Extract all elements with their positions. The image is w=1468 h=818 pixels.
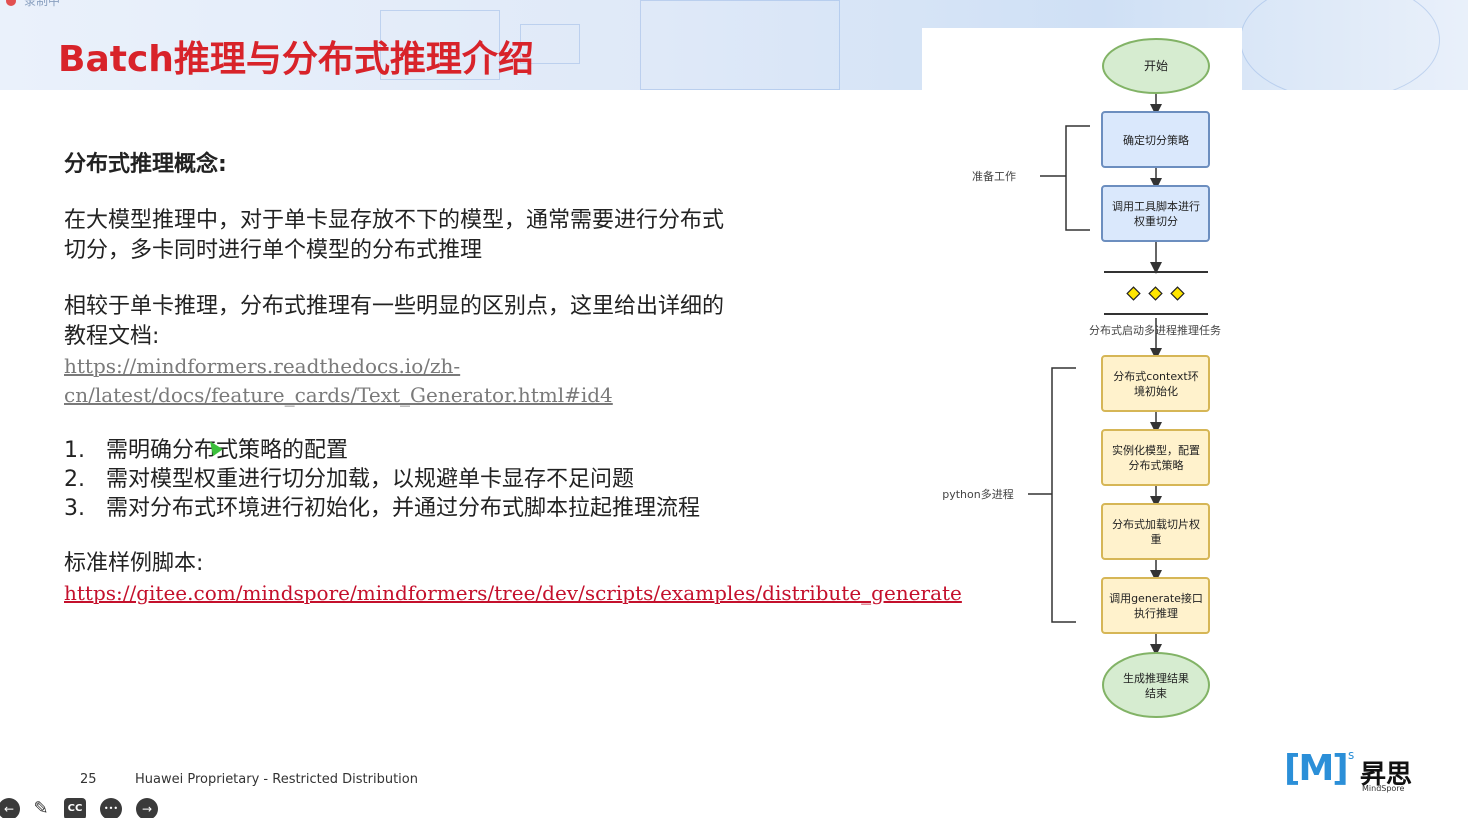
flow-python-label: python多进程 xyxy=(942,487,1013,501)
flow-step-context-line2: 境初始化 xyxy=(1134,384,1178,398)
flow-step-model-line2: 分布式策略 xyxy=(1129,458,1184,472)
page-number: 25 xyxy=(80,772,97,787)
flow-step-model xyxy=(1101,429,1210,486)
flow-fork-label: 分布式启动多进程推理任务 xyxy=(1089,323,1221,337)
flow-step-load-line2: 重 xyxy=(1151,532,1162,546)
pen-icon[interactable]: ✎ xyxy=(30,798,52,818)
flow-start-text: 开始 xyxy=(1144,59,1168,73)
flow-step-generate-line2: 执行推理 xyxy=(1134,606,1178,620)
fork-bar xyxy=(1104,271,1208,315)
mindspore-logo: [M] s 昇思 MindSpore xyxy=(1284,748,1424,798)
flow-step-split-line1: 调用工具脚本进行 xyxy=(1112,199,1200,213)
footer-text: Huawei Proprietary - Restricted Distribu… xyxy=(135,772,418,787)
fork-diamond xyxy=(1148,286,1163,301)
flow-step-split-line2: 权重切分 xyxy=(1134,214,1178,228)
flow-step-strategy-text: 确定切分策略 xyxy=(1123,133,1189,147)
captions-button[interactable]: CC xyxy=(64,798,86,818)
flow-step-load-line1: 分布式加载切片权 xyxy=(1112,518,1200,531)
logo-en-text: MindSpore xyxy=(1362,784,1405,793)
flow-step-split xyxy=(1101,185,1210,242)
flow-end-line2: 结束 xyxy=(1145,687,1167,700)
flow-step-context-line1: 分布式context环 xyxy=(1113,370,1198,383)
presentation-toolbar: ← ✎ CC ••• → xyxy=(0,796,170,818)
flow-step-model-line1: 实例化模型，配置 xyxy=(1112,443,1200,457)
fork-diamond xyxy=(1126,286,1141,301)
flow-end-line1: 生成推理结果 xyxy=(1123,671,1189,685)
flow-prep-label: 准备工作 xyxy=(972,169,1016,183)
back-arrow-icon[interactable]: ← xyxy=(0,798,20,818)
flow-end-node xyxy=(1102,652,1210,718)
flow-step-context xyxy=(1101,355,1210,412)
logo-sup: s xyxy=(1348,748,1355,762)
more-options-icon[interactable]: ••• xyxy=(100,798,122,818)
flow-step-generate-line1: 调用generate接口 xyxy=(1109,592,1203,605)
fork-diamond xyxy=(1170,286,1185,301)
flow-step-load xyxy=(1101,503,1210,560)
flowchart: 开始 确定切分策略 调用工具脚本进行 权重切分 准备工作 分布式启动多进程推理任… xyxy=(942,38,1221,718)
forward-arrow-icon[interactable]: → xyxy=(136,798,158,818)
flow-step-generate xyxy=(1101,577,1210,634)
logo-mark: [M] xyxy=(1284,748,1349,789)
